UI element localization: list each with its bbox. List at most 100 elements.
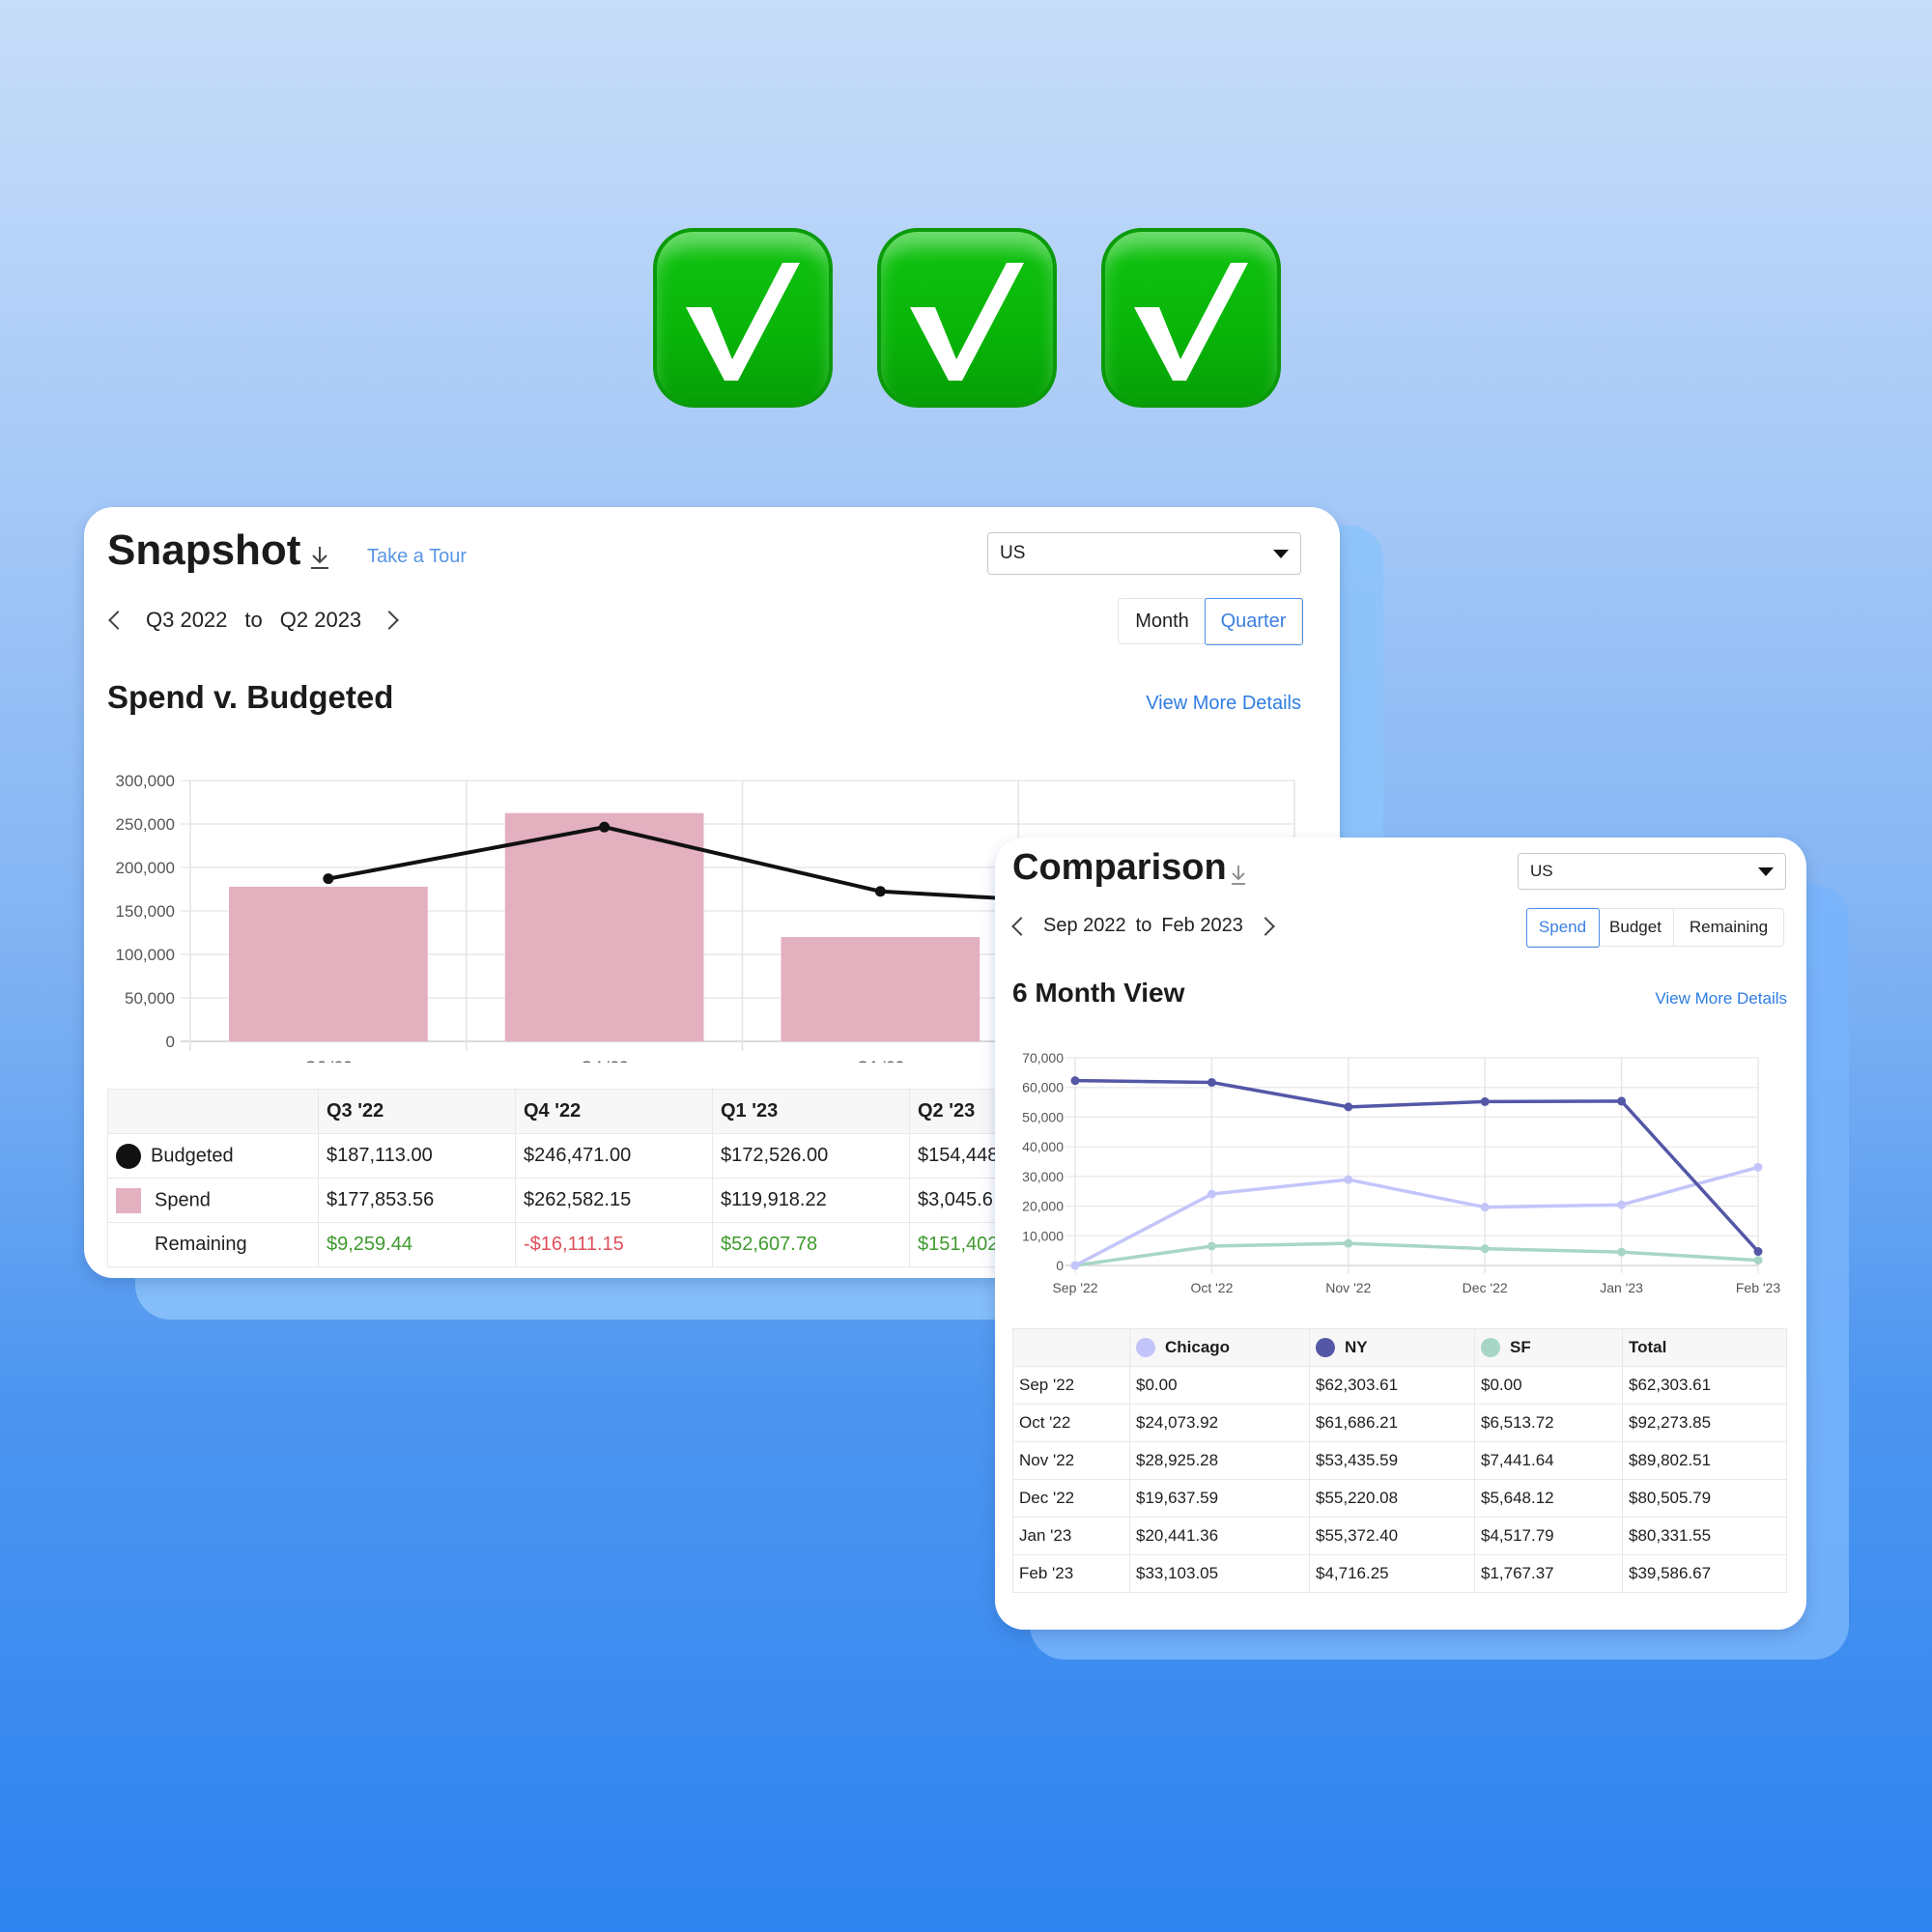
table-cell: $4,517.79	[1474, 1517, 1623, 1555]
comparison-table: Chicago NY SF Total Sep '22 $0.00 $62,303.…	[1012, 1328, 1787, 1593]
y-tick-label: 100,000	[116, 946, 175, 964]
table-cell: $55,372.40	[1309, 1517, 1475, 1555]
table-cell: $80,331.55	[1622, 1517, 1787, 1555]
x-tick-label: Q1 '23	[857, 1058, 905, 1063]
checkmark-row	[653, 228, 1281, 408]
table-header-chicago: Chicago	[1129, 1328, 1310, 1367]
table-cell: $80,505.79	[1622, 1479, 1787, 1518]
range-separator: to	[244, 608, 263, 632]
row-label: Feb '23	[1012, 1554, 1130, 1593]
budgeted-legend-icon	[116, 1143, 141, 1169]
table-cell: $0.00	[1474, 1366, 1623, 1405]
row-label: Remaining	[155, 1234, 247, 1255]
table-cell: $9,259.44	[318, 1222, 516, 1267]
table-header-empty	[1012, 1328, 1130, 1367]
ny-point	[1617, 1096, 1627, 1106]
chevron-left-icon[interactable]	[1011, 916, 1031, 936]
budgeted-point	[874, 886, 886, 897]
x-tick-label: Q4 '22	[581, 1058, 629, 1063]
region-select[interactable]: US	[987, 532, 1301, 575]
toggle-remaining[interactable]: Remaining	[1673, 909, 1783, 946]
toggle-spend[interactable]: Spend	[1525, 907, 1600, 948]
chevron-left-icon[interactable]	[108, 611, 128, 630]
date-range: Q3 2022 to Q2 2023	[108, 608, 400, 633]
x-tick-label: Jan '23	[1600, 1280, 1643, 1295]
table-cell: $0.00	[1129, 1366, 1310, 1405]
row-label: Nov '22	[1012, 1441, 1130, 1480]
chicago-point	[1070, 1261, 1080, 1270]
y-tick-label: 150,000	[116, 902, 175, 921]
row-label-budgeted: Budgeted	[107, 1133, 319, 1179]
table-cell: $19,637.59	[1129, 1479, 1310, 1518]
region-select-value: US	[1000, 543, 1026, 563]
table-row: Oct '22 $24,073.92 $61,686.21 $6,513.72 $92,…	[1012, 1404, 1787, 1442]
view-more-details-link[interactable]: View More Details	[1146, 693, 1301, 715]
x-tick-label: Dec '22	[1463, 1280, 1508, 1295]
table-row: Sep '22 $0.00 $62,303.61 $0.00 $62,303.61	[1012, 1366, 1787, 1405]
table-row: Dec '22 $19,637.59 $55,220.08 $5,648.12 $80,…	[1012, 1479, 1787, 1518]
table-header: Q3 '22	[318, 1089, 516, 1134]
toggle-month[interactable]: Month	[1119, 599, 1206, 643]
caret-down-icon	[1273, 549, 1289, 558]
chevron-right-icon[interactable]	[380, 611, 400, 630]
table-cell: $52,607.78	[712, 1222, 910, 1267]
y-tick-label: 50,000	[1022, 1109, 1064, 1124]
ny-point	[1070, 1076, 1080, 1086]
range-start: Q3 2022	[146, 608, 228, 632]
table-header-sf: SF	[1474, 1328, 1623, 1367]
table-cell: $7,441.64	[1474, 1441, 1623, 1480]
sf-point	[1617, 1247, 1627, 1257]
sf-point	[1344, 1238, 1353, 1248]
spend-bar	[229, 886, 428, 1041]
row-label: Oct '22	[1012, 1404, 1130, 1442]
chicago-point	[1344, 1175, 1353, 1184]
y-tick-label: 0	[1056, 1258, 1064, 1273]
toggle-quarter[interactable]: Quarter	[1204, 597, 1303, 645]
download-icon[interactable]	[1229, 863, 1248, 886]
date-range: Sep 2022 to Feb 2023	[1011, 915, 1275, 937]
row-label: Budgeted	[151, 1144, 234, 1166]
table-row: Jan '23 $20,441.36 $55,372.40 $4,517.79 $80,…	[1012, 1517, 1787, 1555]
chevron-right-icon[interactable]	[1255, 916, 1275, 936]
check-mark-icon	[1101, 228, 1281, 408]
table-cell: $177,853.56	[318, 1178, 516, 1223]
y-tick-label: 40,000	[1022, 1139, 1064, 1154]
download-icon[interactable]	[308, 544, 331, 571]
chicago-point	[1207, 1189, 1216, 1199]
table-cell: $262,582.15	[515, 1178, 713, 1223]
table-cell: $5,648.12	[1474, 1479, 1623, 1518]
comparison-title: Comparison	[1012, 847, 1227, 888]
y-tick-label: 50,000	[125, 989, 175, 1008]
table-header: Q1 '23	[712, 1089, 910, 1134]
table-cell: $92,273.85	[1622, 1404, 1787, 1442]
table-header: Q4 '22	[515, 1089, 713, 1134]
header-label: NY	[1345, 1337, 1368, 1356]
budgeted-point	[323, 873, 334, 885]
spend-legend-icon	[116, 1187, 141, 1213]
period-toggle: Month Quarter	[1118, 597, 1303, 645]
spend-bar	[781, 937, 980, 1041]
take-a-tour-link[interactable]: Take a Tour	[367, 546, 467, 568]
y-tick-label: 300,000	[116, 772, 175, 790]
chicago-legend-icon	[1136, 1338, 1155, 1358]
spend-bar	[504, 812, 704, 1041]
table-cell: $33,103.05	[1129, 1554, 1310, 1593]
table-row: Nov '22 $28,925.28 $53,435.59 $7,441.64 $89,…	[1012, 1441, 1787, 1480]
table-cell: $62,303.61	[1309, 1366, 1475, 1405]
y-tick-label: 200,000	[116, 859, 175, 877]
six-month-line-chart: 0 10,000 20,000 30,000 40,000 50,000 60,000 70,…	[1022, 1050, 1780, 1295]
chicago-point	[1480, 1203, 1490, 1212]
sf-point	[1753, 1256, 1763, 1265]
region-select-value: US	[1530, 862, 1553, 880]
region-select[interactable]: US	[1518, 853, 1786, 890]
table-cell: $187,113.00	[318, 1133, 516, 1179]
sf-series-line	[1074, 1241, 1759, 1267]
toggle-budget[interactable]: Budget	[1598, 909, 1673, 946]
table-cell: $61,686.21	[1309, 1404, 1475, 1442]
range-separator: to	[1135, 915, 1152, 936]
ny-legend-icon	[1316, 1338, 1335, 1358]
table-header-total: Total	[1622, 1328, 1787, 1367]
row-label: Sep '22	[1012, 1366, 1130, 1405]
view-more-details-link[interactable]: View More Details	[1655, 989, 1787, 1009]
y-tick-label: 10,000	[1022, 1228, 1064, 1243]
